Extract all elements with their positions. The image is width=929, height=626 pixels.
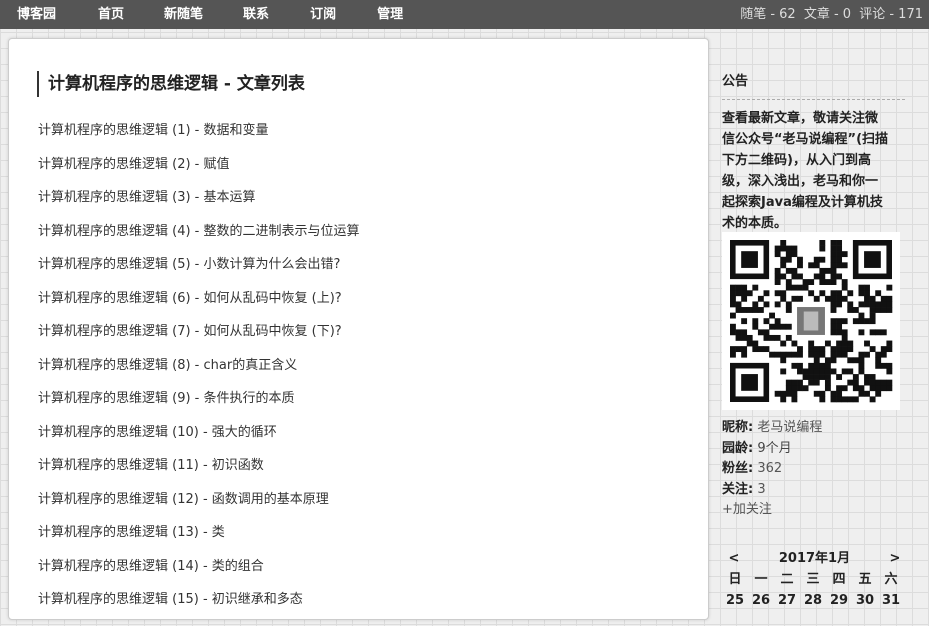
- nav-manage-link[interactable]: 管理: [377, 0, 403, 29]
- weekday: 日: [728, 572, 742, 587]
- fans-link[interactable]: 362: [757, 461, 782, 476]
- nav-contact-link[interactable]: 联系: [243, 0, 269, 29]
- follow-count-link[interactable]: 3: [757, 482, 765, 497]
- weekday: 二: [780, 572, 794, 587]
- top-navbar: 博客园 首页 新随笔 联系 订阅 管理 随笔 - 62 文章 - 0 评论 - …: [0, 0, 929, 29]
- list-item: 计算机程序的思维逻辑 (13) - 类: [38, 525, 360, 559]
- post-link[interactable]: 计算机程序的思维逻辑 (10) - 强大的循环: [38, 425, 277, 440]
- list-item: 计算机程序的思维逻辑 (4) - 整数的二进制表示与位运算: [38, 224, 360, 258]
- notice-line: 起探索Java编程及计算机技: [722, 195, 883, 210]
- post-link[interactable]: 计算机程序的思维逻辑 (6) - 如何从乱码中恢复 (上)?: [38, 291, 342, 306]
- profile-age-row: 园龄: 9个月: [722, 439, 822, 460]
- fans-label: 粉丝:: [722, 461, 754, 476]
- notice-line: 查看最新文章，敬请关注微: [722, 111, 879, 126]
- calendar-day[interactable]: 28: [800, 590, 826, 611]
- list-item: 计算机程序的思维逻辑 (6) - 如何从乱码中恢复 (上)?: [38, 291, 360, 325]
- top-nav: 博客园 首页 新随笔 联系 订阅 管理: [0, 0, 403, 29]
- comments-count: 评论 - 171: [859, 7, 923, 22]
- nav-cnblogs-link[interactable]: 博客园: [17, 0, 56, 29]
- list-item: 计算机程序的思维逻辑 (9) - 条件执行的本质: [38, 391, 360, 425]
- post-link[interactable]: 计算机程序的思维逻辑 (15) - 初识继承和多态: [38, 592, 303, 607]
- post-link[interactable]: 计算机程序的思维逻辑 (7) - 如何从乱码中恢复 (下)?: [38, 324, 342, 339]
- profile-fans-row: 粉丝: 362: [722, 459, 822, 480]
- post-link[interactable]: 计算机程序的思维逻辑 (9) - 条件执行的本质: [38, 391, 295, 406]
- nav-subscribe-link[interactable]: 订阅: [310, 0, 336, 29]
- profile-nickname-row: 昵称: 老马说编程: [722, 418, 822, 439]
- list-item: 计算机程序的思维逻辑 (14) - 类的组合: [38, 559, 360, 593]
- calendar: < 2017年1月 > 日 一 二 三 四 五 六 25 26 27 28 29…: [722, 548, 907, 611]
- add-follow-button[interactable]: +加关注: [722, 502, 772, 517]
- list-item: 计算机程序的思维逻辑 (12) - 函数调用的基本原理: [38, 492, 360, 526]
- weekday: 五: [858, 572, 872, 587]
- age-value: 9个月: [757, 440, 792, 456]
- list-item: 计算机程序的思维逻辑 (11) - 初识函数: [38, 458, 360, 492]
- post-link[interactable]: 计算机程序的思维逻辑 (12) - 函数调用的基本原理: [38, 492, 329, 507]
- age-label: 园龄:: [722, 440, 754, 456]
- calendar-day[interactable]: 31: [878, 590, 904, 611]
- qr-code-graphic: [730, 240, 893, 403]
- nav-home-link[interactable]: 首页: [98, 0, 124, 29]
- calendar-week-row: 25 26 27 28 29 30 31: [722, 590, 907, 611]
- calendar-day[interactable]: 26: [748, 590, 774, 611]
- profile-follow-row: 关注: 3: [722, 480, 822, 501]
- list-item: 计算机程序的思维逻辑 (10) - 强大的循环: [38, 425, 360, 459]
- profile-info: 昵称: 老马说编程 园龄: 9个月 粉丝: 362 关注: 3 +加关注: [722, 418, 822, 521]
- main-content: 计算机程序的思维逻辑 - 文章列表 计算机程序的思维逻辑 (1) - 数据和变量…: [8, 38, 709, 620]
- post-link[interactable]: 计算机程序的思维逻辑 (2) - 赋值: [38, 157, 230, 172]
- list-item: 计算机程序的思维逻辑 (8) - char的真正含义: [38, 358, 360, 392]
- calendar-day[interactable]: 30: [852, 590, 878, 611]
- list-item: 计算机程序的思维逻辑 (3) - 基本运算: [38, 190, 360, 224]
- list-item: 计算机程序的思维逻辑 (15) - 初识继承和多态: [38, 592, 360, 626]
- sidebar: 公告 查看最新文章，敬请关注微 信公众号“老马说编程”(扫描 下方二维码)，从入…: [722, 38, 912, 608]
- nav-new-post-link[interactable]: 新随笔: [164, 0, 203, 29]
- calendar-day[interactable]: 29: [826, 590, 852, 611]
- post-list: 计算机程序的思维逻辑 (1) - 数据和变量 计算机程序的思维逻辑 (2) - …: [38, 123, 360, 626]
- calendar-weekdays: 日 一 二 三 四 五 六: [722, 569, 907, 590]
- post-link[interactable]: 计算机程序的思维逻辑 (8) - char的真正含义: [38, 358, 297, 373]
- list-item: 计算机程序的思维逻辑 (1) - 数据和变量: [38, 123, 360, 157]
- calendar-day[interactable]: 27: [774, 590, 800, 611]
- posts-count: 随笔 - 62: [740, 7, 796, 22]
- post-link[interactable]: 计算机程序的思维逻辑 (14) - 类的组合: [38, 559, 264, 574]
- calendar-prev-button[interactable]: <: [722, 548, 746, 569]
- list-item: 计算机程序的思维逻辑 (7) - 如何从乱码中恢复 (下)?: [38, 324, 360, 358]
- weekday: 一: [754, 572, 768, 587]
- calendar-header: < 2017年1月 >: [722, 548, 907, 569]
- nickname-link[interactable]: 老马说编程: [757, 420, 822, 435]
- notice-line: 信公众号“老马说编程”(扫描: [722, 132, 889, 147]
- list-item: 计算机程序的思维逻辑 (2) - 赋值: [38, 157, 360, 191]
- profile-add-follow-row: +加关注: [722, 500, 822, 521]
- post-link[interactable]: 计算机程序的思维逻辑 (5) - 小数计算为什么会出错?: [38, 257, 340, 272]
- calendar-month: 2017年1月: [778, 551, 851, 566]
- post-link[interactable]: 计算机程序的思维逻辑 (13) - 类: [38, 525, 225, 540]
- page-title: 计算机程序的思维逻辑 - 文章列表: [37, 71, 305, 97]
- notice-line: 级，深入浅出，老马和你一: [722, 174, 879, 189]
- notice-text: 查看最新文章，敬请关注微 信公众号“老马说编程”(扫描 下方二维码)，从入门到高…: [722, 108, 905, 234]
- qr-code-icon: [722, 232, 900, 410]
- post-link[interactable]: 计算机程序的思维逻辑 (11) - 初识函数: [38, 458, 264, 473]
- notice-title: 公告: [722, 70, 905, 100]
- follow-label: 关注:: [722, 481, 754, 497]
- post-link[interactable]: 计算机程序的思维逻辑 (4) - 整数的二进制表示与位运算: [38, 224, 360, 239]
- weekday: 六: [884, 572, 898, 587]
- calendar-day[interactable]: 25: [722, 590, 748, 611]
- notice-line: 下方二维码)，从入门到高: [722, 153, 871, 168]
- calendar-next-button[interactable]: >: [883, 548, 907, 569]
- post-link[interactable]: 计算机程序的思维逻辑 (1) - 数据和变量: [38, 123, 269, 138]
- list-item: 计算机程序的思维逻辑 (5) - 小数计算为什么会出错?: [38, 257, 360, 291]
- articles-count: 文章 - 0: [803, 7, 852, 22]
- weekday: 四: [832, 572, 846, 587]
- blog-stats: 随笔 - 62 文章 - 0 评论 - 171: [736, 0, 923, 29]
- nickname-label: 昵称:: [722, 420, 754, 435]
- notice-line: 术的本质。: [722, 216, 788, 231]
- post-link[interactable]: 计算机程序的思维逻辑 (3) - 基本运算: [38, 190, 256, 205]
- weekday: 三: [806, 572, 820, 587]
